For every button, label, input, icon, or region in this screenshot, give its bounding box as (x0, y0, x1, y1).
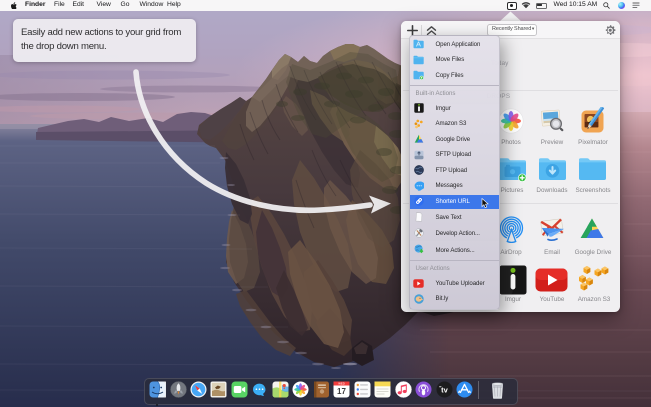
svg-text:WED: WED (338, 382, 345, 386)
svg-text:tv: tv (441, 385, 448, 394)
svg-text:17: 17 (337, 387, 346, 396)
